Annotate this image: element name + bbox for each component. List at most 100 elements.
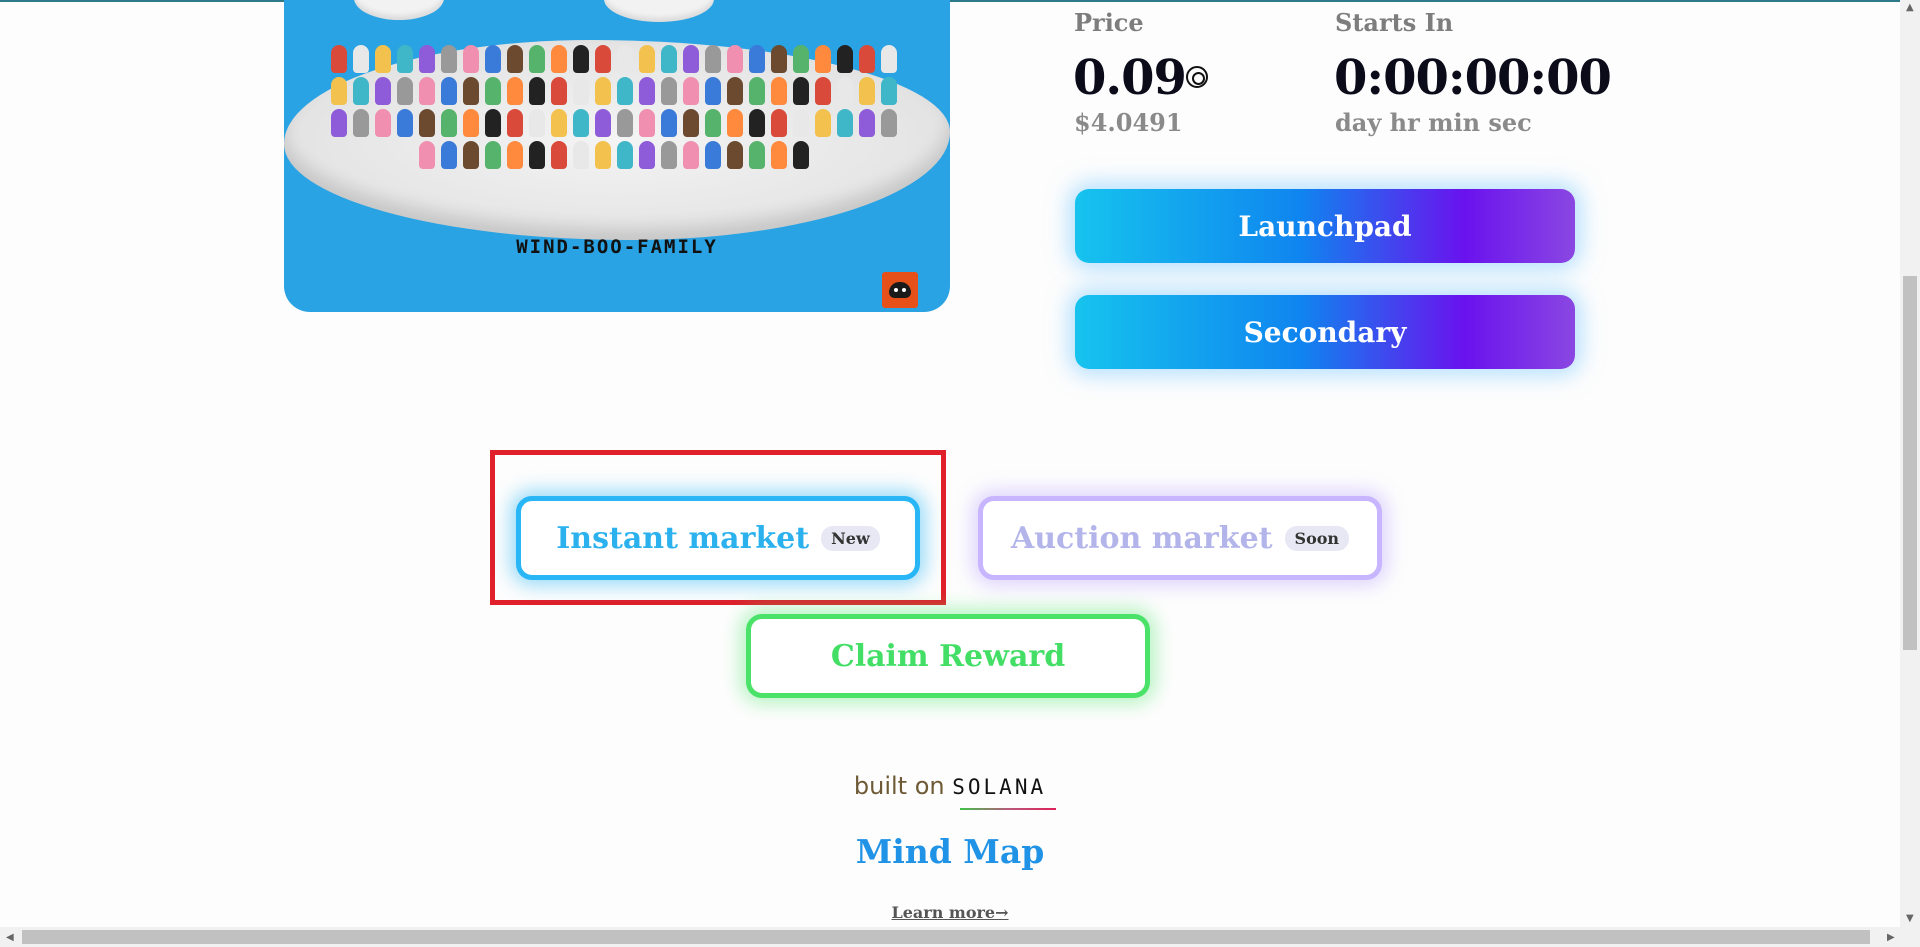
- figurine: [881, 45, 897, 73]
- auction-market-label: Auction market: [1010, 520, 1273, 556]
- solana-logo: SOLANA: [952, 775, 1047, 799]
- built-on-text: built on: [853, 772, 945, 800]
- figurine: [375, 109, 391, 137]
- figurine: [397, 45, 413, 73]
- cloud-puff: [354, 0, 444, 20]
- collection-image: WIND-BOO-FAMILY: [284, 0, 950, 312]
- figurine: [529, 109, 545, 137]
- figurine: [331, 109, 347, 137]
- scroll-up-arrow-icon[interactable]: ▲: [1906, 2, 1914, 13]
- secondary-button[interactable]: Secondary: [1075, 295, 1575, 369]
- figurine: [419, 109, 435, 137]
- figurine: [485, 109, 501, 137]
- figurine: [551, 45, 567, 73]
- figurine: [815, 109, 831, 137]
- figurine: [793, 141, 809, 169]
- figurine: [727, 141, 743, 169]
- figurine: [485, 45, 501, 73]
- figurine: [331, 77, 347, 105]
- figurine: [463, 109, 479, 137]
- figurine: [551, 141, 567, 169]
- horizontal-scroll-thumb[interactable]: [22, 930, 1870, 944]
- figurine: [529, 77, 545, 105]
- auction-market-button[interactable]: Auction market Soon: [978, 496, 1382, 580]
- instant-market-label: Instant market: [556, 520, 810, 556]
- figurine: [771, 77, 787, 105]
- figurine: [859, 109, 875, 137]
- figurine: [507, 109, 523, 137]
- figurine: [815, 45, 831, 73]
- figurine: [573, 141, 589, 169]
- countdown-units: day hr min sec: [1335, 108, 1532, 137]
- figurine: [639, 45, 655, 73]
- figurine: [375, 45, 391, 73]
- figurine: [837, 109, 853, 137]
- figurine: [661, 141, 677, 169]
- countdown-value: 0:00:00:00: [1334, 50, 1612, 106]
- figurine: [573, 45, 589, 73]
- figurine: [397, 77, 413, 105]
- mind-map-heading: Mind Map: [855, 832, 1045, 871]
- figurine: [419, 77, 435, 105]
- figurine: [419, 141, 435, 169]
- figurine: [595, 109, 611, 137]
- figurine: [793, 45, 809, 73]
- launchpad-button[interactable]: Launchpad: [1075, 189, 1575, 263]
- figurine: [683, 109, 699, 137]
- claim-reward-button[interactable]: Claim Reward: [746, 614, 1150, 698]
- figurine: [353, 45, 369, 73]
- price-value: 0.09: [1073, 50, 1187, 106]
- figurine: [529, 141, 545, 169]
- figurine: [529, 45, 545, 73]
- figurine: [397, 109, 413, 137]
- figurine: [617, 45, 633, 73]
- figurine: [683, 77, 699, 105]
- figurine: [639, 77, 655, 105]
- figurine: [441, 109, 457, 137]
- figurine: [881, 77, 897, 105]
- figurine: [859, 77, 875, 105]
- figurine: [441, 77, 457, 105]
- figurine: [463, 77, 479, 105]
- vertical-scroll-thumb[interactable]: [1903, 276, 1917, 650]
- figurine: [749, 77, 765, 105]
- figurine: [639, 141, 655, 169]
- figurine: [705, 45, 721, 73]
- figurine: [485, 77, 501, 105]
- figurine: [507, 141, 523, 169]
- figurine: [727, 109, 743, 137]
- figurine: [749, 45, 765, 73]
- solana-coin-icon: [1186, 66, 1208, 88]
- figurine: [727, 77, 743, 105]
- figurine: [771, 141, 787, 169]
- boo-logo-icon: [882, 272, 918, 308]
- figurine: [661, 45, 677, 73]
- figurine: [661, 77, 677, 105]
- scroll-down-arrow-icon[interactable]: ▼: [1906, 913, 1914, 924]
- figurine: [441, 141, 457, 169]
- built-on-solana: built on SOLANA: [0, 772, 1900, 800]
- collection-caption: WIND-BOO-FAMILY: [516, 236, 718, 258]
- figurine: [595, 141, 611, 169]
- figurine: [463, 141, 479, 169]
- instant-market-button[interactable]: Instant market New: [516, 496, 920, 580]
- scroll-right-arrow-icon[interactable]: ▶: [1887, 932, 1895, 943]
- figurine: [793, 109, 809, 137]
- figurine: [705, 77, 721, 105]
- solana-underline: [960, 808, 1056, 810]
- cloud-puff: [604, 0, 714, 22]
- claim-reward-label: Claim Reward: [830, 638, 1066, 674]
- figurine: [441, 45, 457, 73]
- figurine: [837, 45, 853, 73]
- figurine: [617, 141, 633, 169]
- starts-in-label: Starts In: [1335, 8, 1454, 37]
- figurine: [551, 77, 567, 105]
- figurine: [573, 109, 589, 137]
- learn-more-link[interactable]: Learn more→: [0, 903, 1900, 922]
- figurine: [375, 77, 391, 105]
- soon-badge: Soon: [1284, 525, 1350, 551]
- figurine: [595, 45, 611, 73]
- scroll-left-arrow-icon[interactable]: ◀: [6, 932, 14, 943]
- figurine: [749, 141, 765, 169]
- figurine: [573, 77, 589, 105]
